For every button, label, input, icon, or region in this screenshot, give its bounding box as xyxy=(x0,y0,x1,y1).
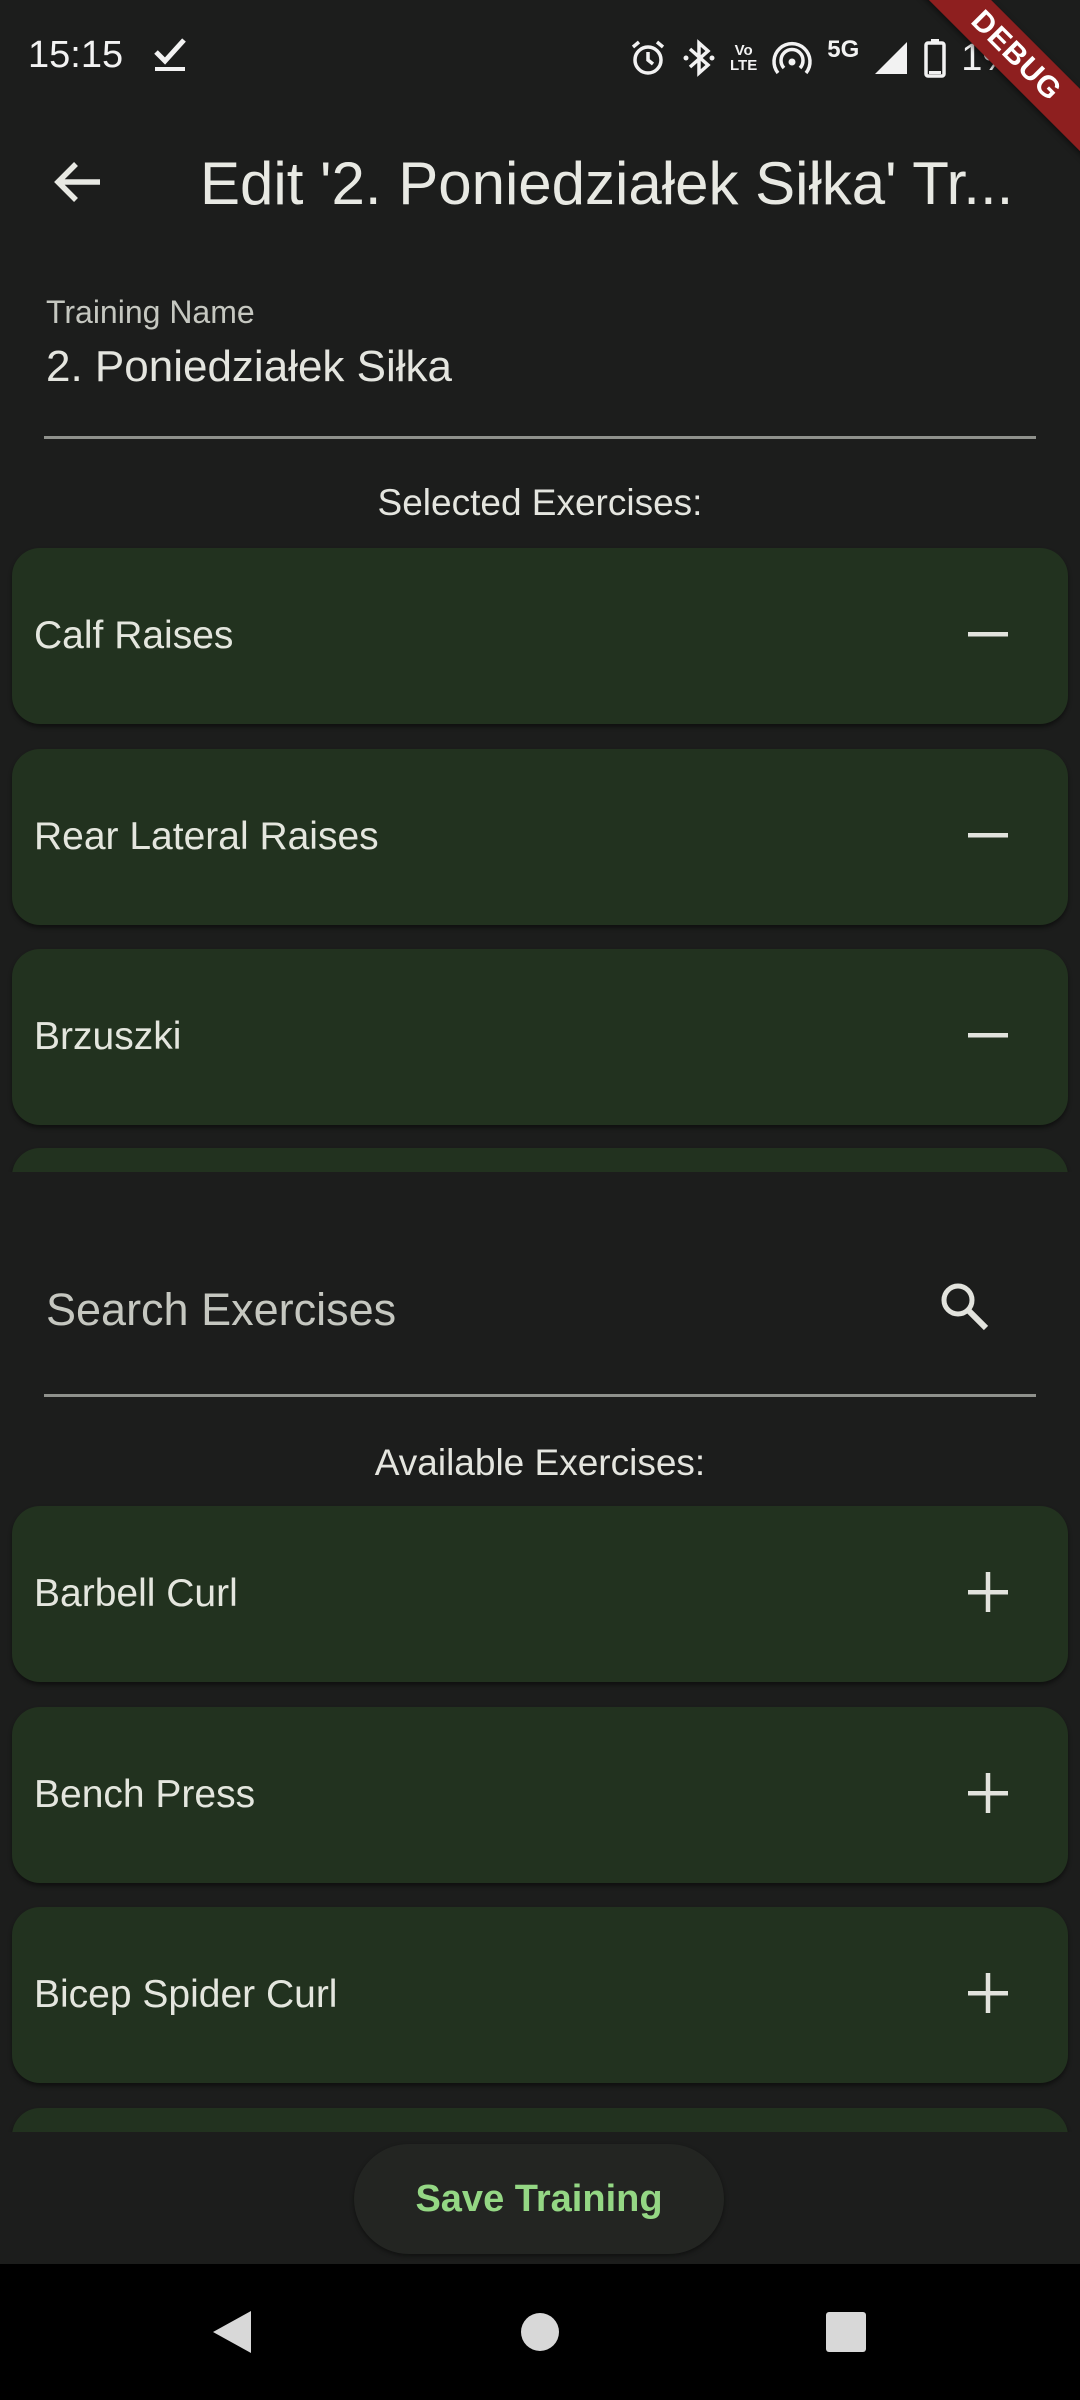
arrow-left-icon xyxy=(50,154,106,215)
volte-icon: Vo LTE xyxy=(730,43,757,73)
exercise-name: Calf Raises xyxy=(34,614,234,657)
search-field xyxy=(44,1230,1036,1397)
exercise-name: Brzuszki xyxy=(34,1015,182,1058)
plus-icon xyxy=(966,1971,1010,2020)
selected-exercise-card: Calf Raises xyxy=(12,548,1068,724)
status-icons: Vo LTE 5G xyxy=(628,30,1016,86)
bluetooth-icon xyxy=(682,38,716,78)
nav-recents-button[interactable] xyxy=(806,2294,886,2374)
search-button[interactable] xyxy=(928,1272,1000,1344)
add-exercise-button[interactable] xyxy=(948,1755,1028,1835)
remove-exercise-button[interactable] xyxy=(948,596,1028,676)
save-training-button[interactable]: Save Training xyxy=(354,2144,724,2254)
back-button[interactable] xyxy=(38,144,118,224)
plus-icon xyxy=(966,1771,1010,1820)
check-icon xyxy=(150,34,190,74)
minus-icon xyxy=(966,1013,1010,1062)
minus-icon xyxy=(966,612,1010,661)
exercise-name: Barbell Curl xyxy=(34,1572,238,1615)
selected-exercises-list[interactable]: Calf Raises Rear Lateral Raises Brzuszki xyxy=(0,538,1080,1172)
nav-back-button[interactable] xyxy=(192,2294,272,2374)
nav-home-button[interactable] xyxy=(500,2294,580,2374)
exercise-name: Rear Lateral Raises xyxy=(34,815,379,858)
search-icon xyxy=(936,1278,992,1339)
volte-label-top: Vo xyxy=(734,42,753,59)
selected-exercise-card: Brzuszki xyxy=(12,949,1068,1125)
edit-training-screen: 15:15 Vo LTE 5G DEBUG Edit '2. Poniedzia… xyxy=(0,0,1080,2400)
home-circle-icon xyxy=(518,2310,562,2359)
available-exercises-list[interactable]: Barbell Curl Bench Press Bicep Spider Cu… xyxy=(0,1498,1080,2132)
remove-exercise-button[interactable] xyxy=(948,997,1028,1077)
training-name-label: Training Name xyxy=(46,294,255,330)
navigation-bar xyxy=(0,2264,1080,2400)
available-exercise-card: Bicep Spider Curl xyxy=(12,1907,1068,2083)
remove-exercise-button[interactable] xyxy=(948,797,1028,877)
available-exercise-card: Bench Press xyxy=(12,1707,1068,1883)
training-name-input[interactable]: 2. Poniedziałek Siłka xyxy=(46,342,452,392)
signal-icon xyxy=(873,38,909,78)
volte-label-bottom: LTE xyxy=(730,57,758,74)
status-bar: 15:15 Vo LTE 5G xyxy=(0,0,1080,116)
training-name-field[interactable]: Training Name 2. Poniedziałek Siłka xyxy=(44,290,1036,439)
hotspot-icon xyxy=(771,38,813,78)
selected-exercises-heading: Selected Exercises: xyxy=(377,482,703,523)
network-type: 5G xyxy=(827,36,860,63)
exercise-name: Bicep Spider Curl xyxy=(34,1973,338,2016)
add-exercise-button[interactable] xyxy=(948,1554,1028,1634)
available-exercise-card-partial xyxy=(12,2108,1068,2132)
available-exercise-card: Barbell Curl xyxy=(12,1506,1068,1682)
recents-square-icon xyxy=(824,2310,868,2359)
selected-exercise-card-partial xyxy=(12,1148,1068,1172)
plus-icon xyxy=(966,1570,1010,1619)
exercise-name: Bench Press xyxy=(34,1773,256,1816)
alarm-icon xyxy=(628,38,668,78)
status-time: 15:15 xyxy=(28,34,124,76)
search-input[interactable] xyxy=(44,1270,908,1350)
available-exercises-heading: Available Exercises: xyxy=(374,1442,706,1483)
app-bar: Edit '2. Poniedziałek Siłka' Tr... xyxy=(0,116,1080,242)
add-exercise-button[interactable] xyxy=(948,1955,1028,2035)
battery-icon xyxy=(923,38,947,78)
page-title: Edit '2. Poniedziałek Siłka' Tr... xyxy=(200,150,1014,217)
selected-exercise-card: Rear Lateral Raises xyxy=(12,749,1068,925)
minus-icon xyxy=(966,813,1010,862)
back-triangle-icon xyxy=(207,2307,257,2362)
